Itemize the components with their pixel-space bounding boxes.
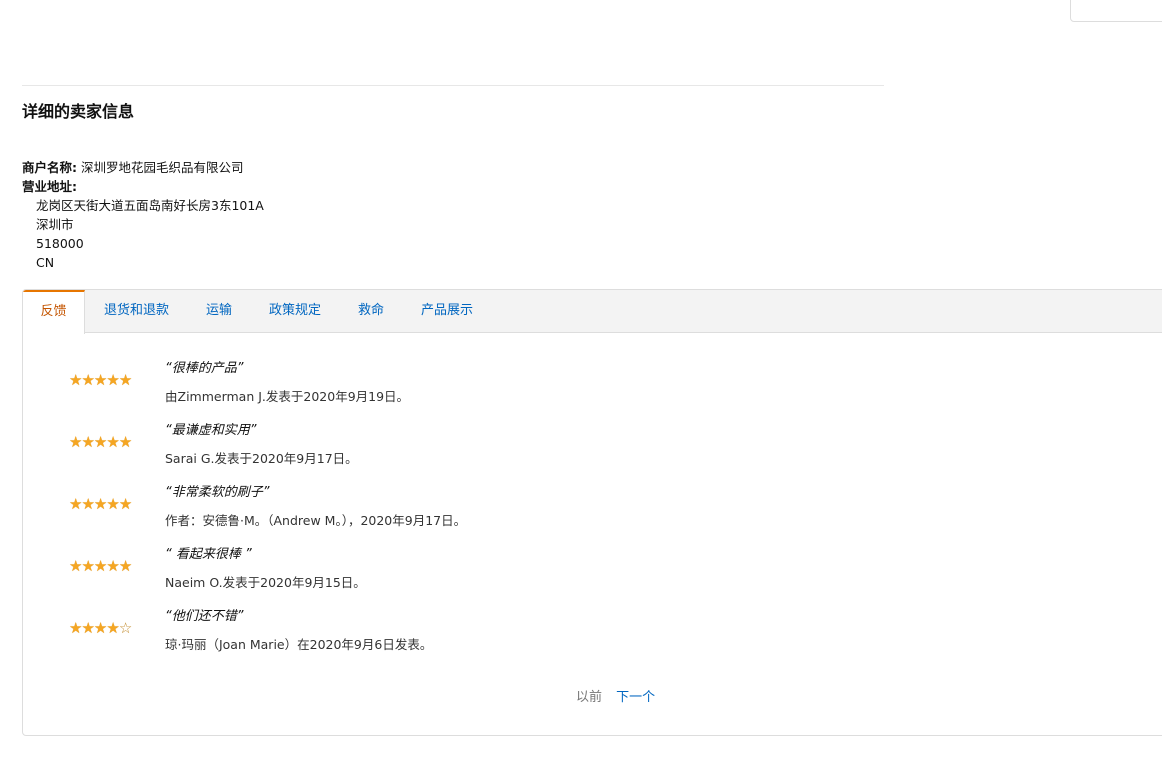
previous-link: 以前 xyxy=(576,690,603,705)
star-icon: ★ xyxy=(106,619,119,637)
next-link[interactable]: 下一个 xyxy=(616,690,655,705)
review-item: ★★★★☆ “他们还不错” 琼·玛丽（Joan Marie）在2020年9月6日… xyxy=(23,608,723,658)
star-icon: ★ xyxy=(81,371,94,389)
business-address-label: 营业地址: xyxy=(22,179,77,194)
feedback-panel: 反馈 退货和退款 运输 政策规定 救命 产品展示 ★★★★★ “很棒的产品” 由… xyxy=(22,289,1162,736)
star-icon: ★ xyxy=(106,371,119,389)
review-quote: “他们还不错” xyxy=(165,609,244,624)
review-meta: 由Zimmerman J.发表于2020年9月19日。 xyxy=(165,389,410,404)
seller-info: 商户名称: 深圳罗地花园毛织品有限公司 营业地址: 龙岗区天街大道五面岛南好长房… xyxy=(22,158,264,272)
section-title: 详细的卖家信息 xyxy=(22,102,135,121)
star-icon: ★ xyxy=(118,433,132,451)
top-right-control[interactable] xyxy=(1070,0,1162,22)
star-icon: ★ xyxy=(81,495,94,513)
star-icon: ★ xyxy=(93,619,107,637)
star-icon: ★ xyxy=(81,433,94,451)
tab-feedback[interactable]: 反馈 xyxy=(23,290,85,334)
tab-help[interactable]: 救命 xyxy=(358,290,384,333)
address-street: 龙岗区天街大道五面岛南好长房3东101A xyxy=(36,198,264,213)
business-address: 龙岗区天街大道五面岛南好长房3东101A 深圳市 518000 CN xyxy=(22,196,264,272)
star-outline-icon: ☆ xyxy=(118,619,132,637)
star-icon: ★ xyxy=(106,433,119,451)
review-quote: “ 看起来很棒 ” xyxy=(165,547,252,562)
star-icon: ★ xyxy=(69,371,82,389)
review-item: ★★★★★ “最谦虚和实用” Sarai G.发表于2020年9月17日。 xyxy=(23,422,723,472)
seller-name-label: 商户名称: xyxy=(22,160,77,175)
seller-name-value: 深圳罗地花园毛织品有限公司 xyxy=(80,160,244,175)
pagination: 以前 下一个 xyxy=(576,689,655,707)
star-rating: ★★★★☆ xyxy=(69,619,132,637)
star-rating: ★★★★★ xyxy=(69,433,132,451)
review-quote: “非常柔软的刷子” xyxy=(165,485,270,500)
star-icon: ★ xyxy=(106,495,119,513)
star-icon: ★ xyxy=(118,495,132,513)
star-icon: ★ xyxy=(93,557,107,575)
star-rating: ★★★★★ xyxy=(69,371,132,389)
star-icon: ★ xyxy=(81,619,94,637)
star-icon: ★ xyxy=(118,557,132,575)
star-icon: ★ xyxy=(69,433,82,451)
star-icon: ★ xyxy=(81,557,94,575)
star-icon: ★ xyxy=(118,371,132,389)
star-rating: ★★★★★ xyxy=(69,495,132,513)
seller-name-row: 商户名称: 深圳罗地花园毛织品有限公司 xyxy=(22,158,264,177)
star-icon: ★ xyxy=(93,433,107,451)
tab-policies[interactable]: 政策规定 xyxy=(269,290,321,333)
star-icon: ★ xyxy=(93,495,107,513)
review-meta: Naeim O.发表于2020年9月15日。 xyxy=(165,575,366,590)
address-postal-code: 518000 xyxy=(36,236,84,251)
section-divider xyxy=(22,85,884,86)
tab-shipping[interactable]: 运输 xyxy=(206,290,232,333)
address-city: 深圳市 xyxy=(36,217,74,232)
star-icon: ★ xyxy=(69,619,82,637)
star-rating: ★★★★★ xyxy=(69,557,132,575)
review-meta: 琼·玛丽（Joan Marie）在2020年9月6日发表。 xyxy=(165,637,433,652)
review-quote: “最谦虚和实用” xyxy=(165,423,257,438)
review-item: ★★★★★ “非常柔软的刷子” 作者：安德鲁·M。（Andrew M。），202… xyxy=(23,484,723,534)
tab-returns-refunds[interactable]: 退货和退款 xyxy=(104,290,169,333)
star-icon: ★ xyxy=(93,371,107,389)
review-item: ★★★★★ “ 看起来很棒 ” Naeim O.发表于2020年9月15日。 xyxy=(23,546,723,596)
tab-products[interactable]: 产品展示 xyxy=(421,290,473,333)
address-country: CN xyxy=(36,255,55,270)
review-quote: “很棒的产品” xyxy=(165,361,244,376)
star-icon: ★ xyxy=(106,557,119,575)
review-item: ★★★★★ “很棒的产品” 由Zimmerman J.发表于2020年9月19日… xyxy=(23,360,723,410)
review-meta: 作者：安德鲁·M。（Andrew M。），2020年9月17日。 xyxy=(165,513,467,528)
tab-bar: 反馈 退货和退款 运输 政策规定 救命 产品展示 xyxy=(23,290,1162,334)
business-address-row: 营业地址: xyxy=(22,177,264,196)
review-meta: Sarai G.发表于2020年9月17日。 xyxy=(165,451,358,466)
star-icon: ★ xyxy=(69,495,82,513)
star-icon: ★ xyxy=(69,557,82,575)
